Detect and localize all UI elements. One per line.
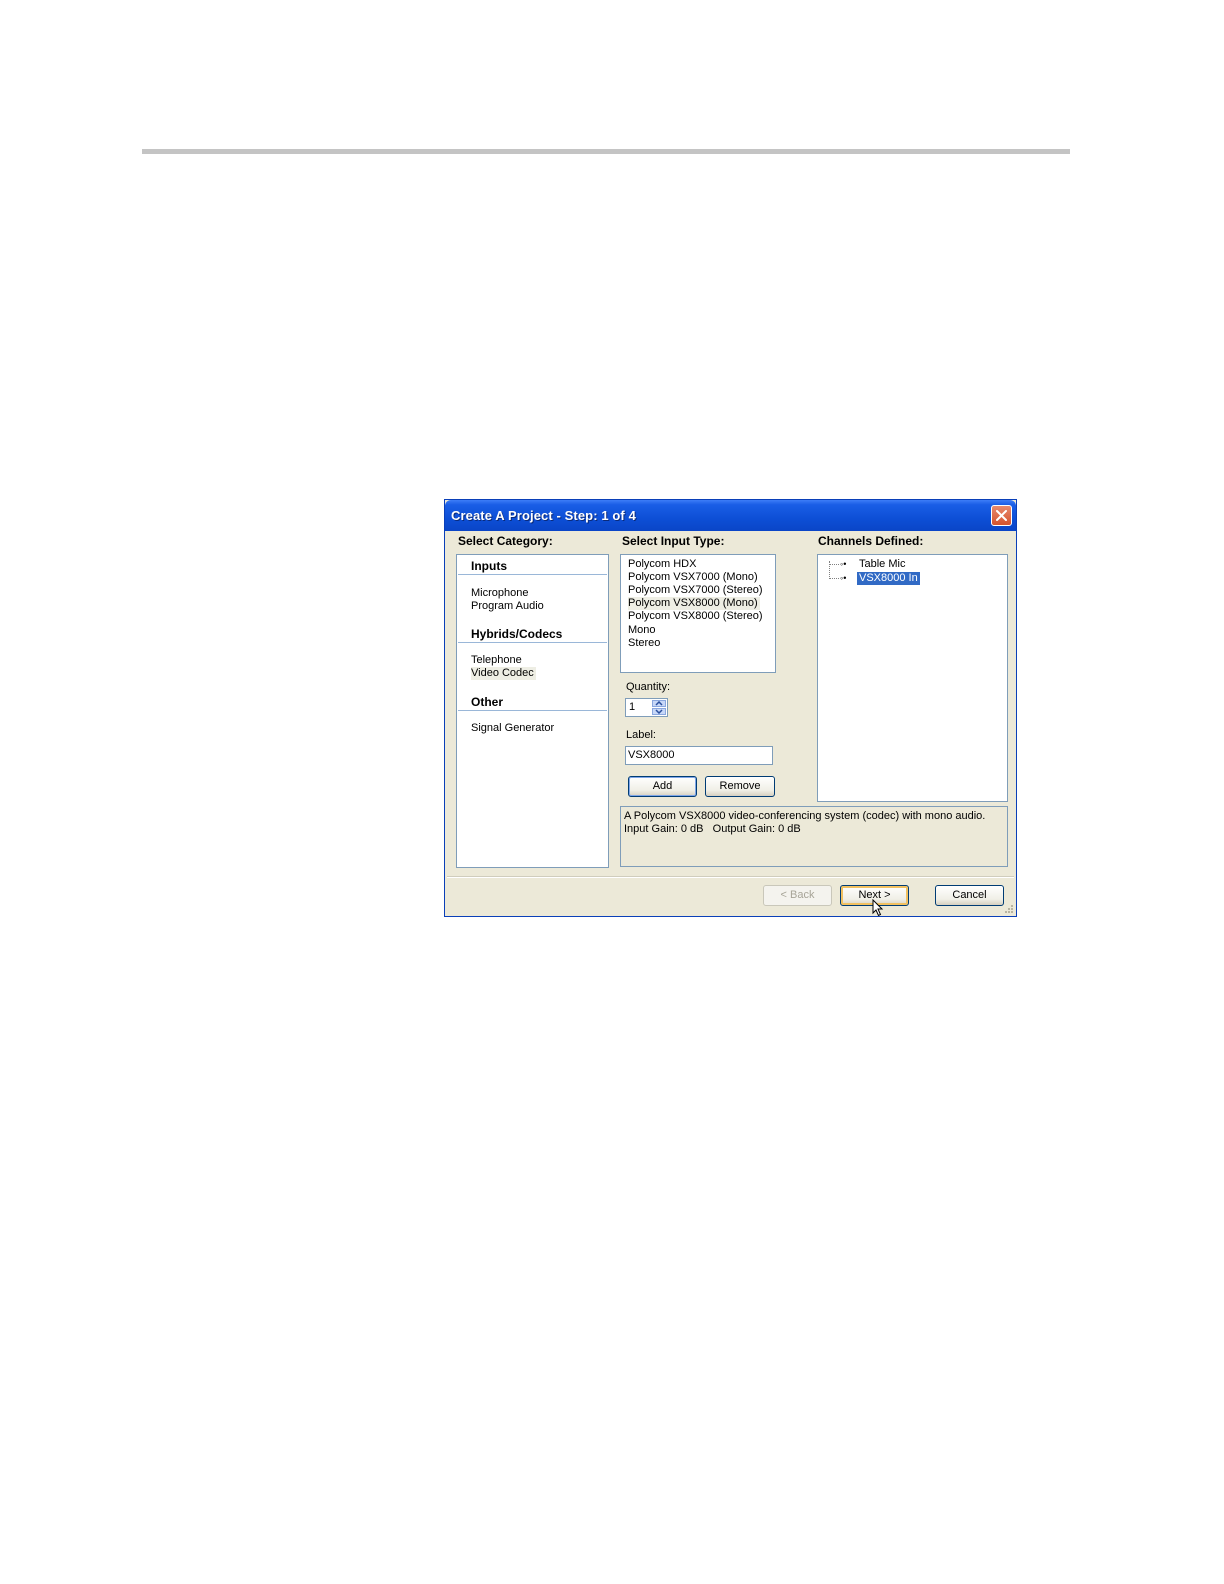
mouse-cursor-icon: [872, 899, 884, 917]
page-header-rule: [142, 149, 1070, 154]
category-group-hybrids-codecs: Hybrids/Codecs: [458, 624, 607, 643]
category-group-inputs: Inputs: [458, 556, 607, 575]
channel-item-vsx8000-in[interactable]: VSX8000 In: [857, 572, 920, 585]
quantity-value: 1: [629, 701, 636, 713]
input-type-item[interactable]: Polycom VSX8000 (Stereo): [628, 610, 763, 623]
channels-tree[interactable]: ◦• ◦• Table Mic VSX8000 In: [817, 554, 1008, 802]
spin-up-button[interactable]: [652, 700, 666, 707]
channel-node-icon: ◦•: [840, 573, 847, 583]
category-item-microphone[interactable]: Microphone: [471, 587, 528, 600]
back-button[interactable]: < Back: [763, 885, 832, 906]
input-type-item[interactable]: Polycom HDX: [628, 558, 696, 571]
input-type-item[interactable]: Polycom VSX7000 (Stereo): [628, 584, 763, 597]
footer-divider: [447, 876, 1014, 878]
input-type-label: Select Input Type:: [622, 534, 725, 548]
category-item-signal-generator[interactable]: Signal Generator: [471, 722, 554, 735]
title-bar[interactable]: Create A Project - Step: 1 of 4: [445, 500, 1016, 531]
tree-connector: [829, 578, 839, 579]
channels-label: Channels Defined:: [818, 534, 924, 548]
category-list[interactable]: Inputs Microphone Program Audio Hybrids/…: [456, 554, 609, 868]
tree-connector: [829, 564, 839, 565]
input-type-item[interactable]: Mono: [628, 624, 656, 637]
channel-item-table-mic[interactable]: Table Mic: [859, 558, 905, 571]
description-panel: A Polycom VSX8000 video-conferencing sys…: [620, 806, 1008, 867]
close-button[interactable]: [991, 505, 1012, 526]
category-group-other: Other: [458, 692, 607, 711]
quantity-label: Quantity:: [626, 681, 671, 693]
input-type-item[interactable]: Polycom VSX7000 (Mono): [628, 571, 758, 584]
quantity-stepper[interactable]: 1: [625, 698, 668, 717]
input-type-item-selected[interactable]: Polycom VSX8000 (Mono): [628, 597, 760, 610]
window-title: Create A Project - Step: 1 of 4: [451, 508, 636, 523]
input-type-list[interactable]: Polycom HDX Polycom VSX7000 (Mono) Polyc…: [620, 554, 776, 673]
category-item-telephone[interactable]: Telephone: [471, 654, 522, 667]
label-field-label: Label:: [626, 729, 656, 741]
input-type-item[interactable]: Stereo: [628, 637, 660, 650]
gain-info-line: Input Gain: 0 dB Output Gain: 0 dB: [624, 823, 801, 835]
description-line: A Polycom VSX8000 video-conferencing sys…: [624, 810, 986, 822]
cancel-button[interactable]: Cancel: [935, 885, 1004, 906]
category-item-program-audio[interactable]: Program Audio: [471, 600, 544, 613]
create-project-dialog: Create A Project - Step: 1 of 4 Select C…: [444, 499, 1017, 917]
category-item-video-codec[interactable]: Video Codec: [471, 667, 536, 680]
remove-button[interactable]: Remove: [705, 776, 775, 797]
chevron-up-icon: [655, 701, 663, 706]
category-label: Select Category:: [458, 534, 553, 548]
resize-grip-icon[interactable]: [1004, 904, 1014, 914]
spin-down-button[interactable]: [652, 708, 666, 715]
close-icon: [996, 510, 1007, 521]
channel-node-icon: ◦•: [840, 559, 847, 569]
add-button[interactable]: Add: [628, 776, 697, 797]
label-input[interactable]: VSX8000: [625, 746, 773, 765]
chevron-down-icon: [655, 709, 663, 714]
